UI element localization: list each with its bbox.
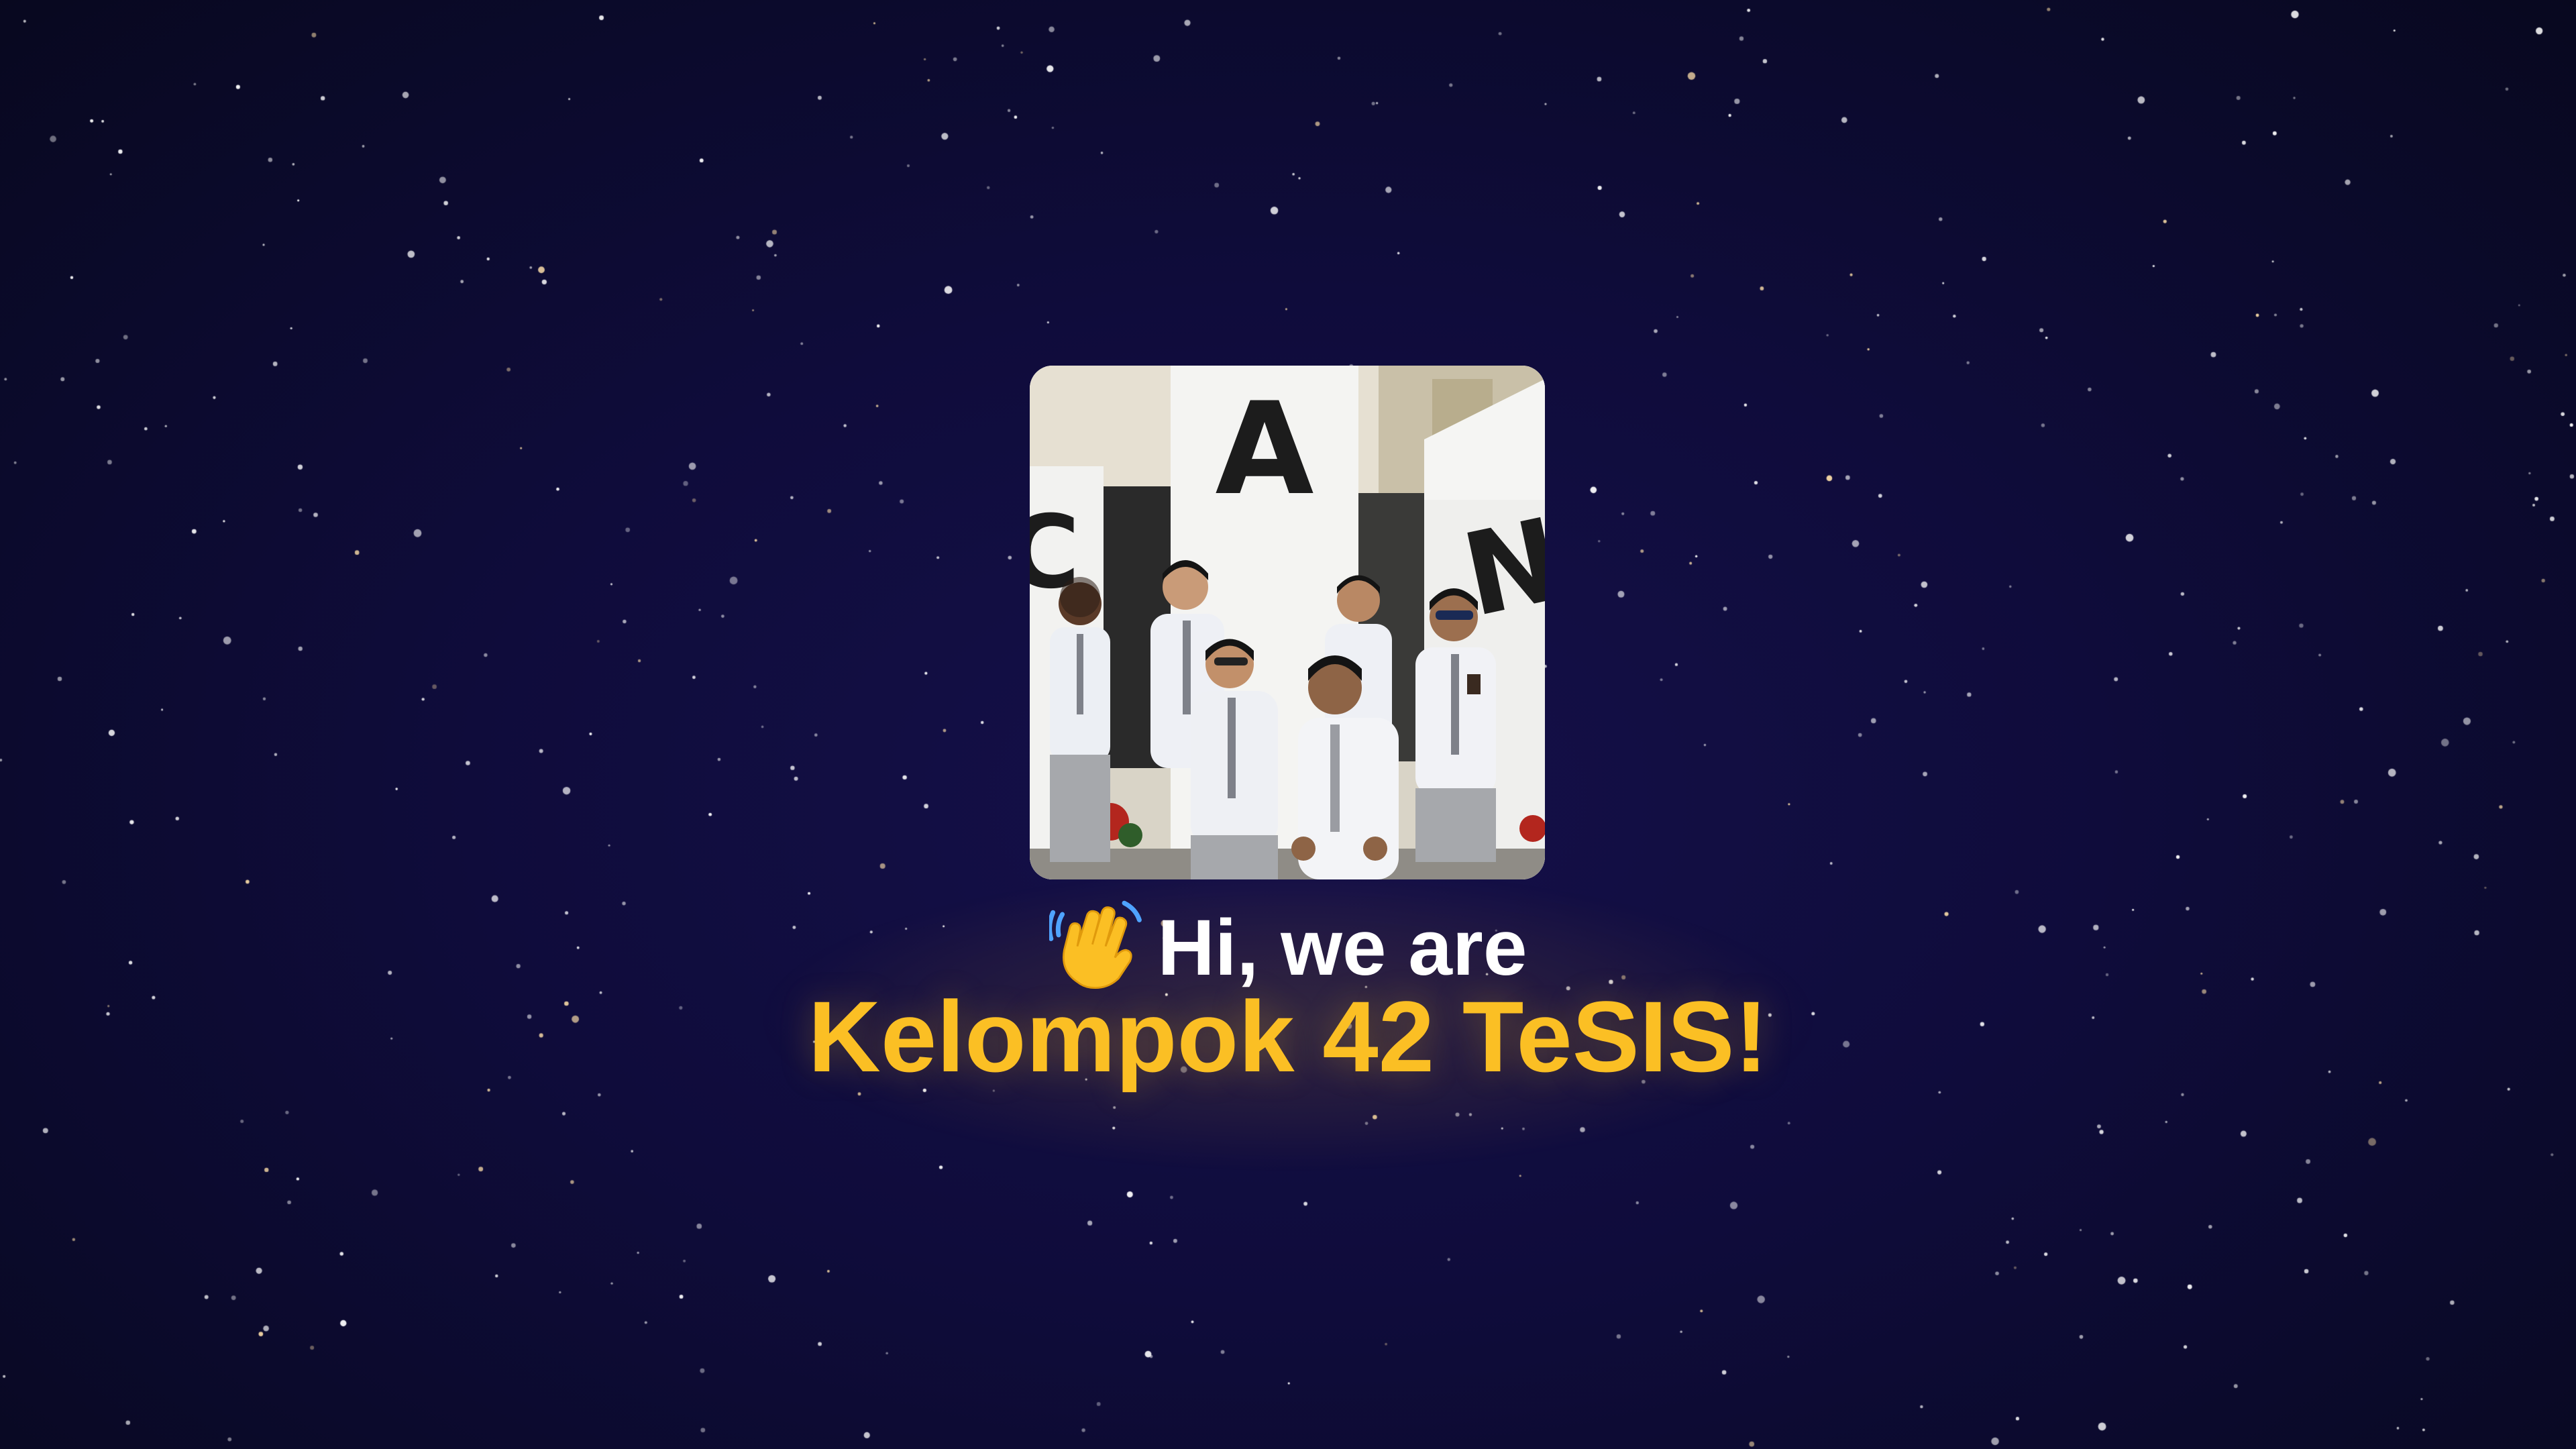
group-name-title: Kelompok 42 TeSIS! — [808, 980, 1768, 1093]
hero-section: A C N Hi, we are Kelompok 42 TeSIS! — [0, 0, 2576, 1449]
waving-hand-icon — [1046, 896, 1143, 989]
group-photo-illustration: A C N — [1030, 366, 1545, 879]
group-photo: A C N — [1030, 366, 1545, 879]
pillar-letter-a: A — [1215, 375, 1313, 523]
